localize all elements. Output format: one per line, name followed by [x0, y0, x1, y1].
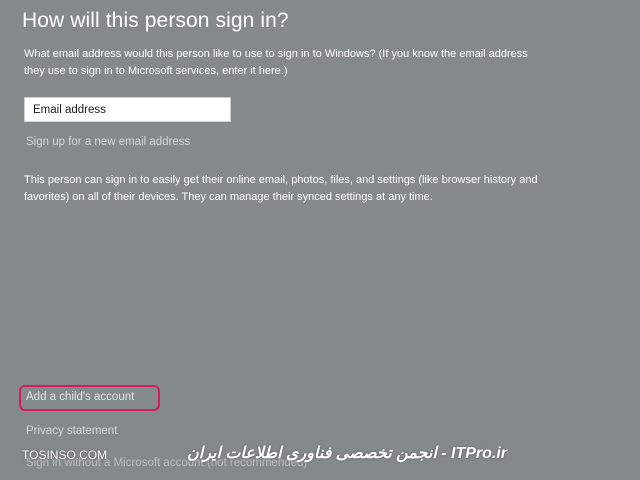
- sync-info-text: This person can sign in to easily get th…: [24, 174, 538, 203]
- email-prompt-text: What email address would this person lik…: [24, 48, 528, 77]
- email-address-input[interactable]: [24, 97, 231, 122]
- page-title: How will this person sign in?: [22, 9, 289, 32]
- add-child-account-link[interactable]: Add a child's account: [26, 391, 134, 403]
- watermark-left: TOSINSO.COM: [22, 448, 108, 462]
- sign-up-new-email-link[interactable]: Sign up for a new email address: [26, 136, 190, 148]
- privacy-statement-link[interactable]: Privacy statement: [26, 425, 117, 437]
- watermark-right: انجمن تخصصی فناوری اطلاعات ایران - ITPro…: [187, 445, 507, 462]
